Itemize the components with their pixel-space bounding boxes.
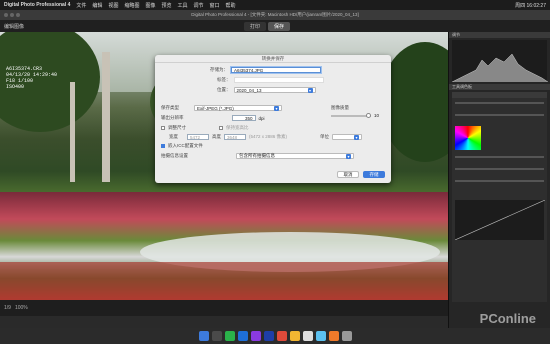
finder-icon[interactable] xyxy=(198,331,209,341)
tool-palette-title: 工具调色板 xyxy=(449,84,550,90)
resolution-unit: dpi xyxy=(258,115,265,121)
window-titlebar: Digital Photo Professional 4 - [文件夹: Mac… xyxy=(0,10,550,20)
height-input[interactable]: 3648 xyxy=(224,134,246,140)
resolution-label: 输出分辨率 xyxy=(161,115,184,120)
chevron-down-icon: ▾ xyxy=(346,153,351,159)
icc-label: 嵌入ICC配置文件 xyxy=(168,143,203,148)
keep-ratio-label: 保持宽高比 xyxy=(226,125,249,130)
tool-palette[interactable] xyxy=(452,92,547,302)
cancel-button[interactable]: 取消 xyxy=(337,171,359,178)
right-panel: 调节 工具调色板 xyxy=(448,32,550,328)
premiere-icon[interactable] xyxy=(250,331,261,341)
file-type-label: 保存类型 xyxy=(161,105,179,110)
dialog-title: 转换并保存 xyxy=(155,55,391,63)
privacy-label: 拍摄信息设置 xyxy=(161,153,188,158)
location-select[interactable]: 2020_04_13 ▾ xyxy=(233,87,316,93)
menu-edit[interactable]: 编辑 xyxy=(92,2,102,9)
photo-iso: ISO400 xyxy=(6,84,25,90)
launchpad-icon[interactable] xyxy=(211,331,222,341)
pixel-dims: (5472 x 2886 像素) xyxy=(249,134,288,139)
main-toolbar: 编辑图像 打印 保存 xyxy=(0,20,550,32)
width-label: 宽度 xyxy=(169,134,178,139)
print-mode-button[interactable]: 打印 xyxy=(244,21,267,31)
file-type-value: Exif-JPEG (*.JPG) xyxy=(197,105,234,111)
unit-label: 单位 xyxy=(320,134,330,139)
clock: 周四 16:02:27 xyxy=(515,2,546,9)
location-label: 位置： xyxy=(217,87,231,92)
icc-checkbox[interactable] xyxy=(161,144,165,148)
mac-menubar: Digital Photo Professional 4 文件 编辑 视图 缩略… xyxy=(0,0,550,10)
menu-thumbnail[interactable]: 缩略图 xyxy=(124,2,139,9)
resize-checkbox[interactable] xyxy=(161,126,165,130)
tags-label: 标签： xyxy=(217,77,231,82)
menu-help[interactable]: 帮助 xyxy=(226,2,236,9)
edit-image-button[interactable]: 编辑图像 xyxy=(4,23,24,30)
status-bar: 1/9 100% xyxy=(0,300,448,316)
width-input[interactable]: 5472 xyxy=(187,134,209,140)
photoshop-icon[interactable] xyxy=(263,331,274,341)
save-as-label: 存储为： xyxy=(210,67,228,72)
zoom-level[interactable]: 100% xyxy=(15,305,28,311)
height-label: 高度 xyxy=(212,134,221,139)
save-mode-button[interactable]: 保存 xyxy=(268,21,291,31)
menu-tools[interactable]: 工具 xyxy=(178,2,188,9)
privacy-value: 包含所有拍摄信息 xyxy=(239,153,275,158)
page-indicator: 1/9 xyxy=(4,305,11,311)
app-icon[interactable] xyxy=(289,331,300,341)
app-menu[interactable]: Digital Photo Professional 4 xyxy=(4,2,70,8)
trash-icon[interactable] xyxy=(341,331,352,341)
app-icon[interactable] xyxy=(276,331,287,341)
unit-select[interactable]: ▾ xyxy=(332,134,363,140)
privacy-select[interactable]: 包含所有拍摄信息 ▾ xyxy=(236,153,354,159)
quality-label: 图像质量 xyxy=(331,105,349,110)
window-controls[interactable] xyxy=(4,13,20,17)
app-icon[interactable] xyxy=(328,331,339,341)
lightroom-icon[interactable] xyxy=(237,331,248,341)
convert-save-dialog: 转换并保存 存储为： A6I35374.JPG 标签： 位置： 2020_04_… xyxy=(155,55,391,183)
app-icon[interactable] xyxy=(315,331,326,341)
tags-input[interactable] xyxy=(233,77,324,83)
resolution-input[interactable]: 350 xyxy=(231,115,256,121)
save-button[interactable]: 存储 xyxy=(363,171,385,178)
chevron-down-icon: ▾ xyxy=(274,105,279,111)
macos-dock xyxy=(0,328,550,344)
histogram xyxy=(451,40,549,83)
histogram-panel-title: 调节 xyxy=(449,32,550,38)
chevron-down-icon: ▾ xyxy=(307,87,313,93)
menu-file[interactable]: 文件 xyxy=(76,2,86,9)
photo-info: A6I35374.CR3 04/13/20 14:29:40 F18 1/100… xyxy=(6,66,57,90)
quality-slider[interactable] xyxy=(331,112,371,118)
save-as-input[interactable]: A6I35374.JPG xyxy=(231,67,321,73)
menu-view[interactable]: 视图 xyxy=(108,2,118,9)
menu-adjust[interactable]: 调节 xyxy=(194,2,204,9)
mode-switch: 打印 保存 xyxy=(244,21,291,31)
window-title: Digital Photo Professional 4 - [文件夹: Mac… xyxy=(191,12,359,17)
location-value: 2020_04_13 xyxy=(236,87,262,93)
menu-preview[interactable]: 预览 xyxy=(161,2,171,9)
watermark: PConline xyxy=(479,311,536,326)
menu-window[interactable]: 窗口 xyxy=(210,2,220,9)
keep-ratio-checkbox[interactable] xyxy=(219,126,223,130)
quality-value: 10 xyxy=(374,113,380,118)
menu-image[interactable]: 图像 xyxy=(145,2,155,9)
app-icon[interactable] xyxy=(302,331,313,341)
file-type-select[interactable]: Exif-JPEG (*.JPG) ▾ xyxy=(194,105,282,111)
chevron-down-icon: ▾ xyxy=(354,134,360,140)
wechat-icon[interactable] xyxy=(224,331,235,341)
resize-label: 调整尺寸 xyxy=(168,125,186,130)
